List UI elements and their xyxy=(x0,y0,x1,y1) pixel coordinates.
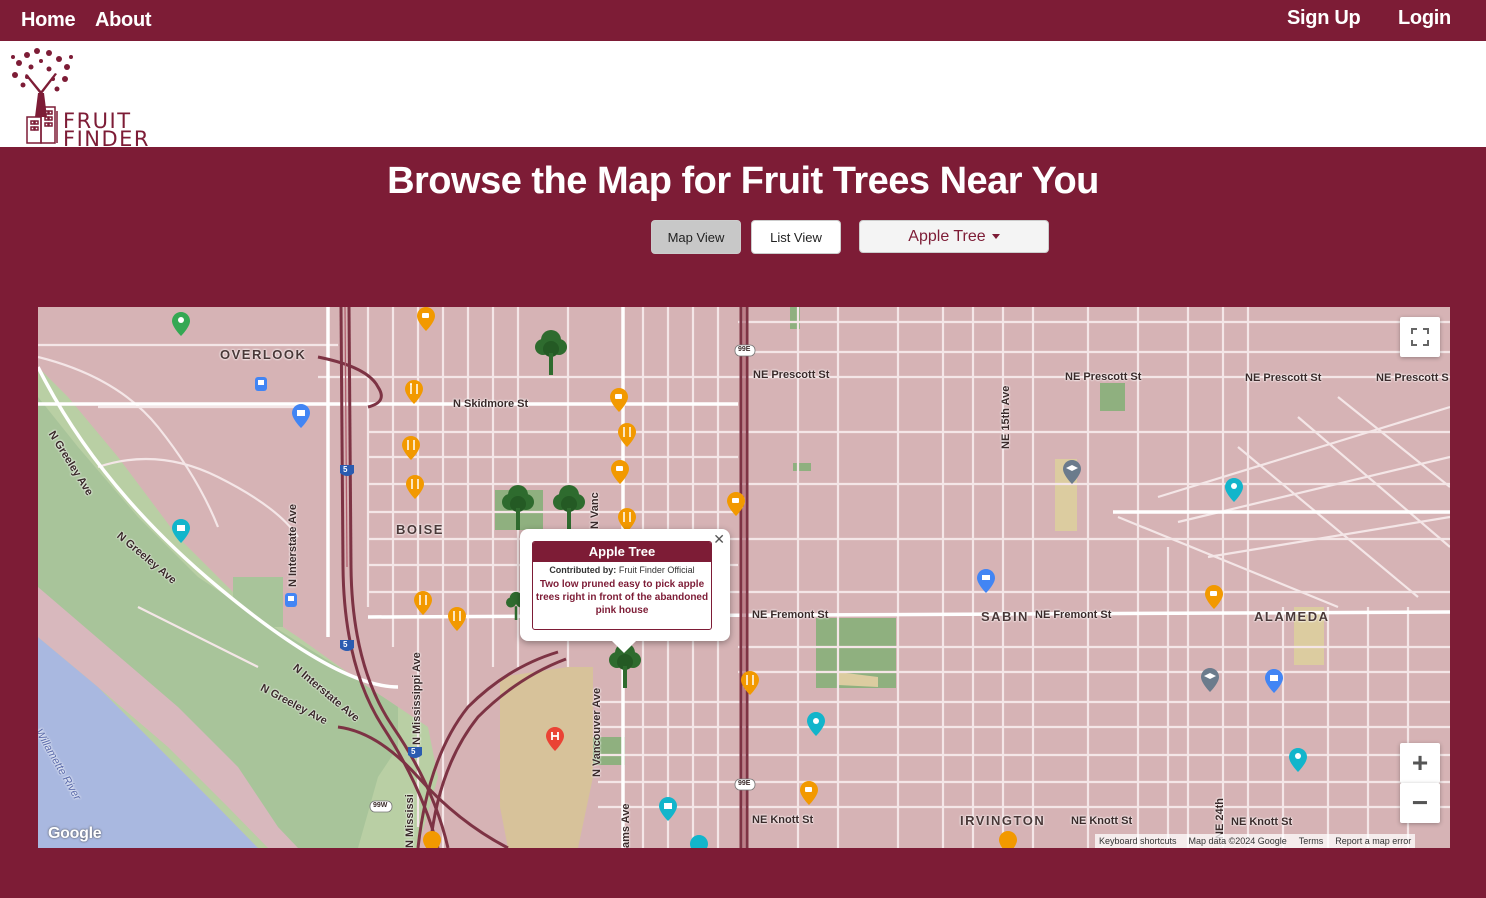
nav-signup-link[interactable]: Sign Up xyxy=(1287,7,1361,30)
street-label: N Interstate Ave xyxy=(287,504,299,587)
i5-shield-label: 5 xyxy=(411,747,416,756)
neighborhood-label: ALAMEDA xyxy=(1254,609,1330,624)
cafe-pin-icon[interactable] xyxy=(999,831,1017,848)
school-pin-icon[interactable] xyxy=(1201,668,1219,692)
attraction-pin-icon[interactable] xyxy=(690,835,708,848)
tree-type-selected: Apple Tree xyxy=(908,227,986,245)
info-window-contributor: Contributed by: Fruit Finder Official xyxy=(533,565,711,575)
restaurant-pin-icon[interactable] xyxy=(405,380,423,404)
cafe-pin-icon[interactable] xyxy=(611,460,629,484)
restaurant-pin-icon[interactable] xyxy=(402,436,420,460)
transit-icon[interactable] xyxy=(285,593,297,607)
cafe-pin-icon[interactable] xyxy=(417,307,435,331)
keyboard-shortcuts-link[interactable]: Keyboard shortcuts xyxy=(1099,836,1177,846)
cafe-pin-icon[interactable] xyxy=(1205,585,1223,609)
hospital-pin-icon[interactable] xyxy=(546,727,564,751)
cafe-pin-icon[interactable] xyxy=(610,388,628,412)
street-label: N Vancouver Ave xyxy=(591,687,603,777)
camera-pin-icon[interactable] xyxy=(807,712,825,736)
fruit-finder-logo[interactable]: FRUIT FINDER xyxy=(5,45,155,150)
street-label: NE Prescott St xyxy=(753,369,830,381)
street-label: NE Fremont St xyxy=(1035,609,1112,621)
tree-type-dropdown[interactable]: Apple Tree xyxy=(859,220,1049,253)
street-label: NE Knott St xyxy=(1071,815,1133,827)
us99e-shield-label: 99E xyxy=(738,780,751,787)
neighborhood-label: OVERLOOK xyxy=(220,347,307,362)
report-error-link[interactable]: Report a map error xyxy=(1335,836,1411,846)
i5-shield-label: 5 xyxy=(343,465,348,474)
restaurant-pin-icon[interactable] xyxy=(618,423,636,447)
restaurant-pin-icon[interactable] xyxy=(406,475,424,499)
shopping-pin-icon[interactable] xyxy=(292,404,310,428)
us99e-shield-label: 99E xyxy=(738,346,751,353)
contributor-name: Fruit Finder Official xyxy=(618,565,695,575)
google-logo[interactable]: Google xyxy=(48,825,102,843)
street-label: ams Ave xyxy=(620,803,632,848)
us99w-shield-label: 99W xyxy=(373,802,388,809)
street-label: N Skidmore St xyxy=(453,398,529,410)
cafe-pin-icon[interactable] xyxy=(800,781,818,805)
street-label: NE Knott St xyxy=(752,814,814,826)
zoom-in-button[interactable]: + xyxy=(1400,743,1440,783)
school-pin-icon[interactable] xyxy=(1063,460,1081,484)
logo-text-finder: FINDER xyxy=(63,127,151,151)
street-label: NE Prescott St xyxy=(1245,372,1322,384)
street-label: NE 24th xyxy=(1214,798,1226,839)
restaurant-pin-icon[interactable] xyxy=(741,671,759,695)
fullscreen-icon xyxy=(1411,328,1429,346)
street-label: N Vanc xyxy=(589,492,601,529)
nav-login-link[interactable]: Login xyxy=(1398,7,1451,30)
top-navbar: Home About Sign Up Login xyxy=(0,0,1486,41)
i5-shield-label: 5 xyxy=(343,640,348,649)
map-view-button[interactable]: Map View xyxy=(651,220,741,254)
map-data-credit: Map data ©2024 Google xyxy=(1188,836,1287,846)
info-window-title: Apple Tree xyxy=(533,542,711,562)
cafe-pin-icon[interactable] xyxy=(727,492,745,516)
caret-down-icon xyxy=(991,234,1000,239)
page-title: Browse the Map for Fruit Trees Near You xyxy=(387,160,1099,202)
neighborhood-label: BOISE xyxy=(396,522,444,537)
restaurant-pin-icon[interactable] xyxy=(423,831,441,848)
tree-marker-icon[interactable] xyxy=(533,327,569,375)
street-label: NE Fremont St xyxy=(752,609,829,621)
logo-header: FRUIT FINDER xyxy=(0,41,1486,150)
neighborhood-label: SABIN xyxy=(981,609,1029,624)
restaurant-pin-icon[interactable] xyxy=(414,591,432,615)
attraction-pin-icon[interactable] xyxy=(1225,478,1243,502)
street-label: NE Prescott St xyxy=(1065,371,1142,383)
attraction-pin-icon[interactable] xyxy=(172,519,190,543)
info-window-description: Two low pruned easy to pick apple trees … xyxy=(535,579,709,616)
street-label: NE 15th Ave xyxy=(1000,385,1012,449)
restaurant-pin-icon[interactable] xyxy=(448,607,466,631)
street-label: N Mississi xyxy=(404,794,416,848)
shopping-pin-icon[interactable] xyxy=(1265,669,1283,693)
nav-about-link[interactable]: About xyxy=(95,9,152,32)
street-label: NE Knott St xyxy=(1231,816,1293,828)
terms-link[interactable]: Terms xyxy=(1299,836,1324,846)
map-base-layer xyxy=(38,307,1450,848)
street-label: NE Prescott S xyxy=(1376,372,1449,384)
tree-info-window: ✕ Apple Tree Contributed by: Fruit Finde… xyxy=(520,529,730,653)
fullscreen-button[interactable] xyxy=(1400,317,1440,357)
tree-marker-icon[interactable] xyxy=(551,482,587,530)
neighborhood-label: IRVINGTON xyxy=(960,813,1046,828)
park-pin-icon[interactable] xyxy=(172,312,190,336)
shopping-cart-pin-icon[interactable] xyxy=(977,569,995,593)
street-label: N Mississippi Ave xyxy=(411,652,423,745)
transit-icon[interactable] xyxy=(255,377,267,391)
zoom-out-button[interactable]: − xyxy=(1400,783,1440,823)
tree-marker-icon[interactable] xyxy=(500,482,536,530)
list-view-button[interactable]: List View xyxy=(751,220,841,254)
close-icon[interactable]: ✕ xyxy=(713,531,725,548)
map-attribution-bar: Keyboard shortcuts Map data ©2024 Google… xyxy=(1095,834,1416,848)
attraction-pin-icon[interactable] xyxy=(659,797,677,821)
map-canvas[interactable]: 5 5 5 99E 99E 99W OVERLOOK BOISE SABIN A… xyxy=(38,307,1450,848)
contributed-by-label: Contributed by: xyxy=(549,565,617,575)
attraction-pin-icon[interactable] xyxy=(1289,748,1307,772)
tree-info-card: Apple Tree Contributed by: Fruit Finder … xyxy=(532,541,712,630)
nav-home-link[interactable]: Home xyxy=(21,9,76,32)
